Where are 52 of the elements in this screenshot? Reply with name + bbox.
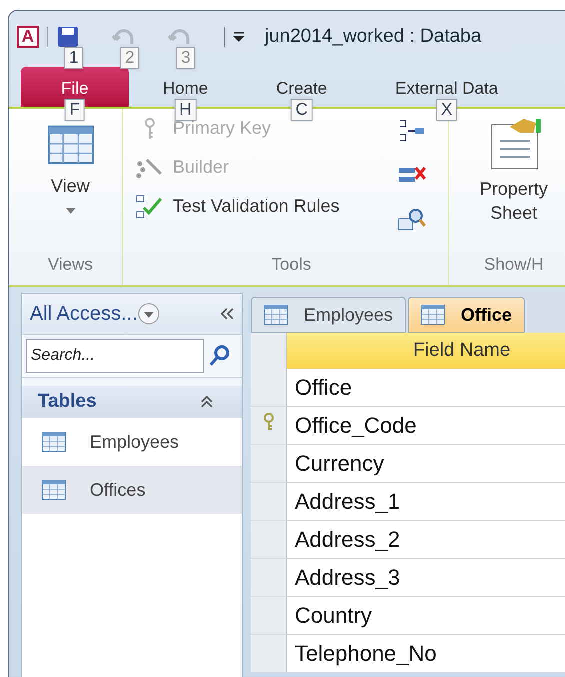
app-logo-icon: A: [17, 26, 39, 48]
key-tip: 2: [120, 47, 140, 69]
key-tip: C: [290, 99, 314, 121]
dropdown-icon[interactable]: [138, 303, 160, 325]
table-cell[interactable]: Currency: [287, 445, 565, 482]
row-selector[interactable]: [251, 369, 287, 406]
group-label: Views: [48, 254, 94, 276]
table-icon: [264, 305, 288, 325]
row-selector[interactable]: [251, 445, 287, 482]
row-selector[interactable]: [251, 521, 287, 558]
table-magnifier-icon[interactable]: [397, 207, 427, 233]
table-cell[interactable]: Address_1: [287, 483, 565, 520]
table-cell[interactable]: Office: [287, 369, 565, 406]
search-field[interactable]: Search...: [26, 339, 204, 373]
key-tip: X: [436, 99, 458, 121]
dropdown-arrow-icon: [66, 208, 76, 214]
table-icon: [42, 432, 66, 452]
row-selector[interactable]: [251, 407, 287, 444]
table-icon: [421, 305, 446, 325]
row-selector[interactable]: [251, 559, 287, 596]
ribbon-command[interactable]: Test Validation Rules: [135, 193, 397, 220]
table-icon: [48, 125, 94, 165]
column-header: Field Name: [287, 333, 565, 369]
grid-corner: [251, 333, 287, 369]
collapse-icon[interactable]: [200, 395, 214, 409]
group-label: Tools: [270, 254, 312, 276]
collapse-pane-icon[interactable]: [220, 308, 234, 320]
property-sheet-button[interactable]: Property Sheet: [469, 117, 559, 225]
checkmark-icon: [135, 194, 165, 220]
window-title: jun2014_worked : Databa: [265, 24, 482, 49]
table-cell[interactable]: Address_3: [287, 559, 565, 596]
group-header[interactable]: Tables: [38, 388, 97, 416]
row-selector[interactable]: [251, 597, 287, 634]
document-tab[interactable]: Office: [408, 297, 526, 333]
search-icon[interactable]: [208, 344, 232, 368]
key-tip: 1: [64, 47, 84, 69]
table-icon: [42, 480, 66, 500]
group-label: Show/H: [484, 254, 544, 276]
row-selector[interactable]: [251, 483, 287, 520]
key-tip: 3: [176, 47, 196, 69]
table-cell[interactable]: Address_2: [287, 521, 565, 558]
row-selector[interactable]: [251, 635, 287, 672]
key-tip: H: [174, 99, 197, 121]
table-cell[interactable]: Telephone_No: [287, 635, 565, 672]
customize-dropdown-icon[interactable]: [233, 31, 245, 43]
nav-item[interactable]: Offices: [22, 466, 242, 514]
view-button[interactable]: View: [48, 125, 94, 214]
table-cell[interactable]: Country: [287, 597, 565, 634]
key-tip: F: [64, 99, 86, 121]
table-cell[interactable]: Office_Code: [287, 407, 565, 444]
document-tab[interactable]: Employees: [251, 297, 406, 333]
key-icon: [262, 413, 274, 431]
